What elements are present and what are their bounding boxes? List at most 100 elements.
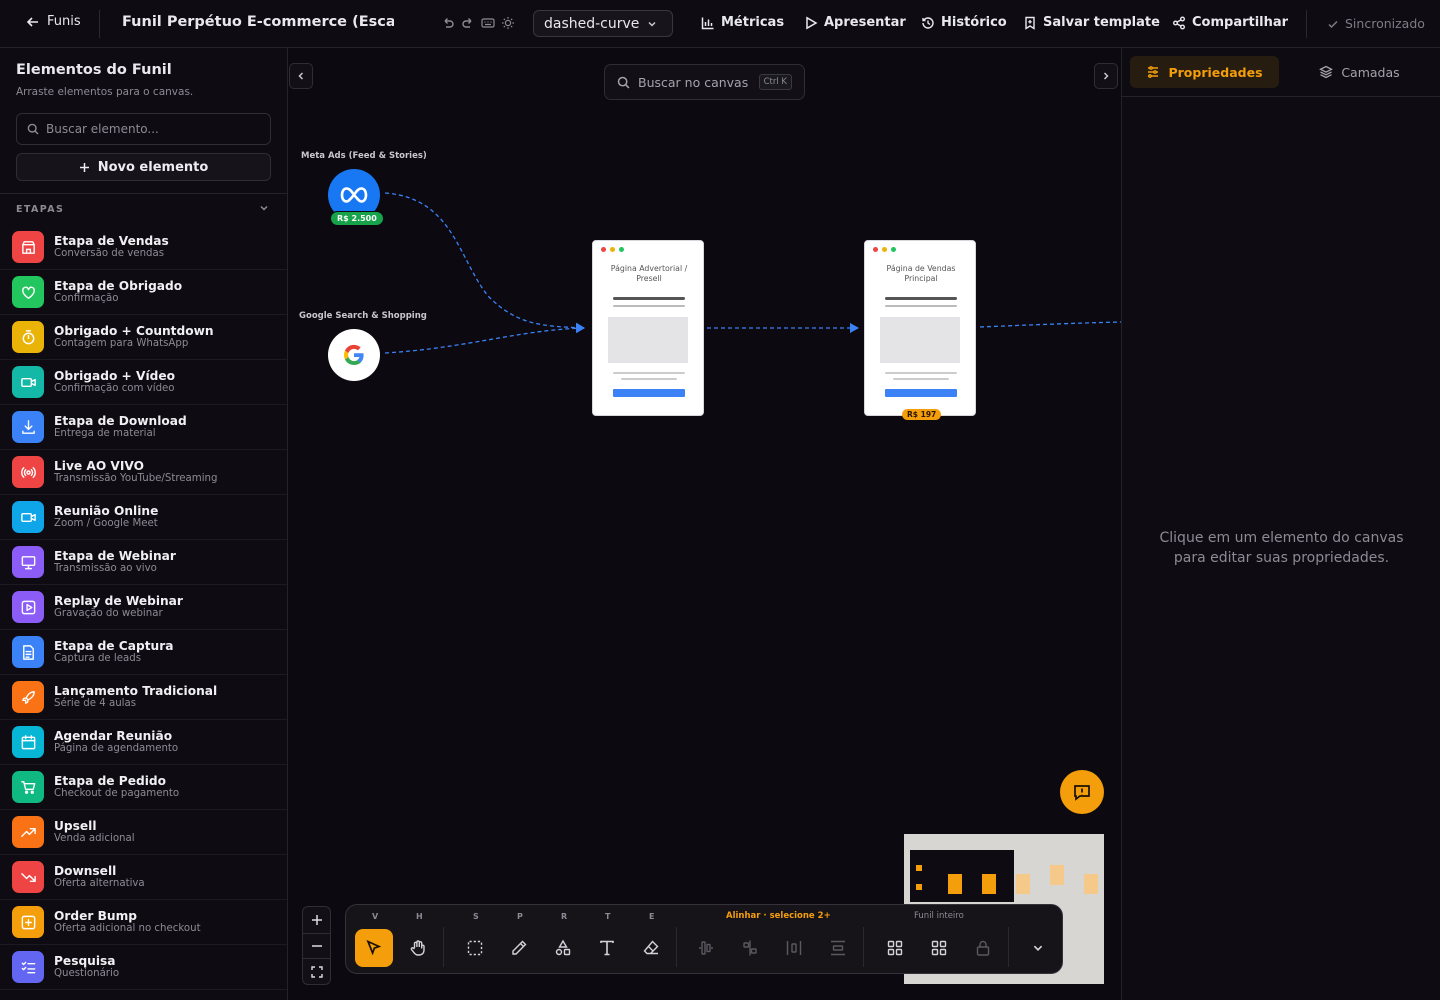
fit-view-button[interactable] <box>303 959 330 985</box>
divider <box>99 10 100 38</box>
stage-description: Questionário <box>54 968 120 980</box>
select-tool[interactable] <box>355 929 393 967</box>
history-button[interactable]: Histórico <box>921 15 1007 30</box>
eraser-tool[interactable] <box>632 929 670 967</box>
source-label: Meta Ads (Feed & Stories) <box>301 151 427 161</box>
grid-icon <box>887 940 903 956</box>
undo-icon[interactable] <box>441 16 455 30</box>
elements-sidebar: Elementos do Funil Arraste elementos par… <box>0 48 288 1000</box>
stage-item[interactable]: Upsell Venda adicional <box>0 810 287 855</box>
sun-icon[interactable] <box>501 16 515 30</box>
cart-icon <box>20 780 35 794</box>
pen-tool[interactable] <box>500 929 538 967</box>
present-button[interactable]: Apresentar <box>804 15 906 30</box>
stage-item[interactable]: Replay de Webinar Gravação do webinar <box>0 585 287 630</box>
stage-item[interactable]: Obrigado + Vídeo Confirmação com vídeo <box>0 360 287 405</box>
google-icon <box>343 344 364 366</box>
save-template-button[interactable]: Salvar template <box>1023 15 1160 30</box>
element-search-placeholder: Buscar elemento... <box>46 122 159 136</box>
collapse-right-button[interactable] <box>1094 63 1118 89</box>
stage-item[interactable]: Etapa de Captura Captura de leads <box>0 630 287 675</box>
shapes-tool[interactable] <box>544 929 582 967</box>
placeholder-line <box>613 297 685 300</box>
zoom-out-button[interactable] <box>303 933 330 959</box>
new-element-button[interactable]: Novo elemento <box>16 153 271 181</box>
stage-item[interactable]: Live AO VIVO Transmissão YouTube/Streamin… <box>0 450 287 495</box>
stage-name: Etapa de Vendas <box>54 234 169 249</box>
feedback-button[interactable] <box>1060 770 1104 814</box>
stage-description: Oferta alternativa <box>54 878 145 890</box>
collapse-left-button[interactable] <box>289 63 313 89</box>
stage-item[interactable]: Etapa de Download Entrega de material <box>0 405 287 450</box>
element-search-input[interactable]: Buscar elemento... <box>16 113 271 145</box>
funnel-canvas[interactable]: Buscar no canvas Ctrl K Meta Ads (Feed &… <box>288 48 1121 1000</box>
stage-icon <box>12 456 44 488</box>
minimap-node <box>916 884 922 890</box>
stage-icon <box>12 771 44 803</box>
funnel-title[interactable]: Funil Perpétuo E-commerce (Escala ... <box>122 14 394 30</box>
share-button[interactable]: Compartilhar <box>1172 15 1288 30</box>
stage-item[interactable]: Order Bump Oferta adicional no checkout <box>0 900 287 945</box>
stage-item[interactable]: Etapa de Obrigado Confirmação <box>0 270 287 315</box>
metrics-button[interactable]: Métricas <box>701 15 784 30</box>
marquee-tool[interactable] <box>456 929 494 967</box>
keyboard-icon[interactable] <box>481 16 495 30</box>
stage-item[interactable]: Etapa de Webinar Transmissão ao vivo <box>0 540 287 585</box>
edge-style-select[interactable]: dashed-curve <box>533 10 673 37</box>
stage-item[interactable]: Pesquisa Questionário <box>0 945 287 990</box>
tab-properties[interactable]: Propriedades <box>1130 56 1279 88</box>
minimap-node <box>1084 874 1098 894</box>
text-tool[interactable] <box>588 929 626 967</box>
shortcut-key: H <box>416 912 423 921</box>
stage-item[interactable]: Obrigado + Countdown Contagem para WhatsA… <box>0 315 287 360</box>
stage-text: Downsell Oferta alternativa <box>54 864 145 890</box>
back-to-funnels-button[interactable]: Funis <box>26 14 81 29</box>
stage-item[interactable]: Etapa de Vendas Conversão de vendas <box>0 225 287 270</box>
stage-name: Obrigado + Vídeo <box>54 369 175 384</box>
history-icon <box>922 16 934 29</box>
meta-icon <box>340 187 368 203</box>
plus-square-icon <box>21 915 35 929</box>
more-tools-button[interactable] <box>1019 929 1057 967</box>
plus-icon <box>79 162 89 172</box>
canvas-search-input[interactable]: Buscar no canvas Ctrl K <box>604 64 805 100</box>
distribute-vertical-button[interactable] <box>819 929 857 967</box>
align-center-button[interactable] <box>731 929 769 967</box>
price-badge: R$ 197 <box>902 409 942 420</box>
redo-icon[interactable] <box>461 16 475 30</box>
stage-description: Gravação do webinar <box>54 608 163 620</box>
placeholder-image <box>608 317 688 363</box>
sidebar-title: Elementos do Funil <box>16 62 172 78</box>
placeholder-line <box>613 305 685 307</box>
stage-item[interactable]: Lançamento Tradicional Série de 4 aulas <box>0 675 287 720</box>
stage-text: Etapa de Captura Captura de leads <box>54 639 173 665</box>
select-whole-funnel-button[interactable] <box>920 929 958 967</box>
page-card-sales[interactable]: Página de Vendas Principal <box>864 240 976 416</box>
stage-item[interactable]: Etapa de Pedido Checkout de pagamento <box>0 765 287 810</box>
shortcut-key: V <box>372 912 379 921</box>
stage-item[interactable]: Agendar Reunião Página de agendamento <box>0 720 287 765</box>
stage-item[interactable]: Reunião Online Zoom / Google Meet <box>0 495 287 540</box>
page-card-presell[interactable]: Página Advertorial / Presell <box>592 240 704 416</box>
stage-text: Agendar Reunião Página de agendamento <box>54 729 178 755</box>
properties-panel: Propriedades Camadas Clique em um elemen… <box>1121 48 1440 1000</box>
stage-item[interactable]: Downsell Oferta alternativa <box>0 855 287 900</box>
arrange-grid-button[interactable] <box>876 929 914 967</box>
tab-layers[interactable]: Camadas <box>1288 56 1431 88</box>
chevron-down-icon[interactable] <box>259 203 269 213</box>
stage-icon <box>12 681 44 713</box>
distribute-horizontal-button[interactable] <box>775 929 813 967</box>
metrics-label: Métricas <box>721 15 785 30</box>
stage-description: Zoom / Google Meet <box>54 518 158 530</box>
timer-icon <box>22 329 34 344</box>
google-node[interactable] <box>328 329 380 381</box>
shortcut-key: S <box>473 912 479 921</box>
align-top-button[interactable] <box>687 929 725 967</box>
stage-name: Live AO VIVO <box>54 459 144 474</box>
chevron-down-icon <box>1033 945 1043 951</box>
zoom-in-button[interactable] <box>303 907 330 933</box>
hand-tool[interactable] <box>399 929 437 967</box>
placeholder-line <box>885 305 957 307</box>
play-icon <box>806 16 818 29</box>
lock-button[interactable] <box>964 929 1002 967</box>
